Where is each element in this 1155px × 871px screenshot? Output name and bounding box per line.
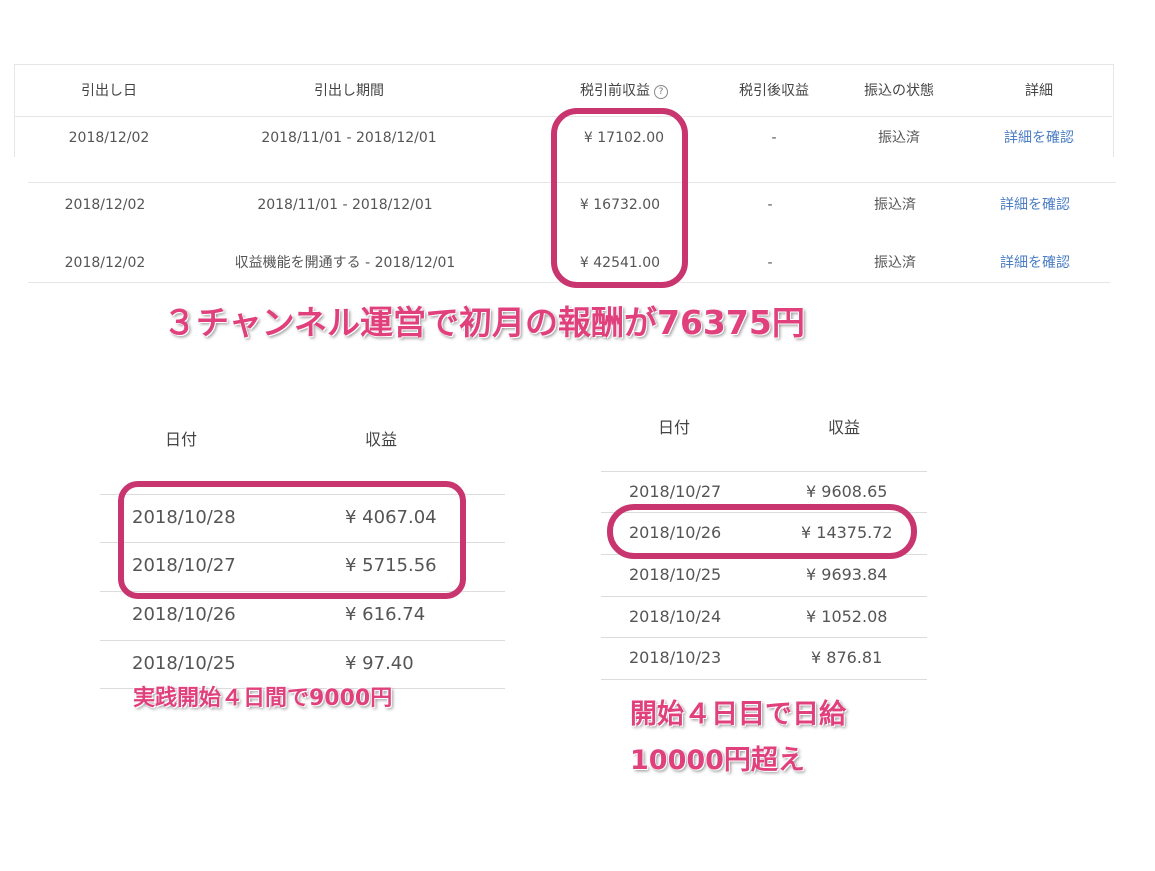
header-gross-label: 税引前収益 xyxy=(580,83,650,99)
cell-period: 2018/11/01 - 2018/12/01 xyxy=(257,197,433,213)
cell-revenue: ¥ 97.40 xyxy=(345,653,414,674)
divider xyxy=(601,679,927,680)
cell-net: - xyxy=(767,197,773,213)
cell-revenue: ¥ 876.81 xyxy=(811,648,883,667)
payout-table-header: 引出し日 引出し期間 税引前収益? 税引後収益 振込の状態 詳細 xyxy=(14,76,1114,106)
right-header-date: 日付 xyxy=(658,418,691,437)
cell-date: 2018/10/25 xyxy=(629,565,722,584)
left-header-revenue: 収益 xyxy=(365,430,398,449)
cell-date: 2018/10/23 xyxy=(629,648,722,667)
cell-date: 2018/10/26 xyxy=(132,604,236,625)
cell-revenue: ¥ 1052.08 xyxy=(806,607,888,626)
caption-day-four-line1: 開始４日目で日給 xyxy=(630,699,846,730)
cell-date: 2018/12/02 xyxy=(68,130,150,146)
header-detail: 詳細 xyxy=(1025,83,1053,99)
cell-status: 振込済 xyxy=(874,197,916,213)
detail-link[interactable]: 詳細を確認 xyxy=(980,190,1090,220)
right-header-revenue: 収益 xyxy=(828,418,861,437)
cell-status: 振込済 xyxy=(874,255,916,271)
table-row: 2018/10/25 ¥ 9693.84 xyxy=(601,554,927,596)
gross-revenue-highlight xyxy=(551,108,688,288)
caption-day-four-line2: 10000円超え xyxy=(630,745,805,776)
cell-date: 2018/10/27 xyxy=(629,482,722,501)
header-transfer-status: 振込の状態 xyxy=(864,83,934,99)
cell-period: 2018/11/01 - 2018/12/01 xyxy=(261,130,437,146)
cell-status: 振込済 xyxy=(878,130,920,146)
caption-four-days: 実践開始４日間で9000円 xyxy=(133,686,393,711)
header-gross-revenue: 税引前収益? xyxy=(554,76,694,106)
help-icon[interactable]: ? xyxy=(654,85,668,99)
header-net-revenue: 税引後収益 xyxy=(739,83,809,99)
cell-date: 2018/10/25 xyxy=(132,653,236,674)
cell-revenue: ¥ 9608.65 xyxy=(806,482,888,501)
cell-net: - xyxy=(767,255,773,271)
detail-link[interactable]: 詳細を確認 xyxy=(980,248,1090,278)
caption-monthly-total: ３チャンネル運営で初月の報酬が76375円 xyxy=(163,303,805,342)
table-row: 2018/10/23 ¥ 876.81 xyxy=(601,637,927,679)
cell-period: 収益機能を開通する - 2018/12/01 xyxy=(234,255,456,271)
cell-date: 2018/10/24 xyxy=(629,607,722,626)
detail-link[interactable]: 詳細を確認 xyxy=(984,123,1094,153)
cell-date: 2018/12/02 xyxy=(64,197,146,213)
header-payout-date: 引出し日 xyxy=(81,83,137,99)
four-day-highlight xyxy=(118,481,466,599)
header-payout-period: 引出し期間 xyxy=(314,83,384,99)
cell-date: 2018/12/02 xyxy=(64,255,146,271)
peak-day-highlight xyxy=(607,504,917,559)
cell-revenue: ¥ 616.74 xyxy=(345,604,426,625)
cell-net: - xyxy=(771,130,777,146)
left-header-date: 日付 xyxy=(165,430,198,449)
cell-revenue: ¥ 9693.84 xyxy=(806,565,888,584)
table-row: 2018/10/24 ¥ 1052.08 xyxy=(601,596,927,638)
